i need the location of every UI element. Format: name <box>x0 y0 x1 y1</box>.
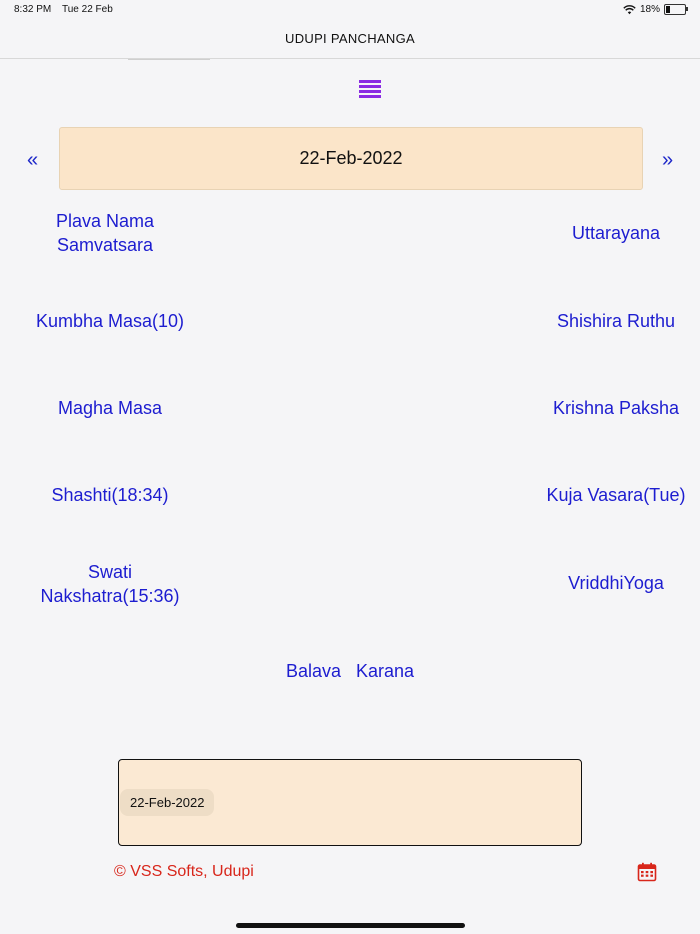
menu-line <box>359 85 381 88</box>
samvatsara-line1: Plava Nama <box>55 211 155 231</box>
lunar-masa-text: Magha Masa <box>57 398 163 418</box>
status-date: Tue 22 Feb <box>62 4 113 15</box>
paksha-text: Krishna Paksha <box>552 398 680 418</box>
ruthu-text: Shishira Ruthu <box>556 311 676 331</box>
samvatsara-line2: Samvatsara <box>56 235 154 255</box>
yoga-text: VriddhiYoga <box>568 573 664 593</box>
battery-percent: 18% <box>639 4 660 15</box>
battery-icon <box>664 4 688 15</box>
nakshatra-text: Swati Nakshatra(15:36) <box>10 560 210 608</box>
page-title: UDUPI PANCHANGA <box>285 31 415 46</box>
karana-text: Balava Karana <box>285 661 415 681</box>
navigation-bar: UDUPI PANCHANGA <box>0 20 700 59</box>
battery-tip <box>686 7 688 11</box>
nakshatra-line1: Swati <box>87 562 132 582</box>
next-day-button[interactable]: » <box>662 149 673 172</box>
vasara-text: Kuja Vasara(Tue) <box>546 485 686 505</box>
battery-fill <box>666 6 670 13</box>
nakshatra-line2: Nakshatra(15:36) <box>40 586 180 606</box>
date-picker-container[interactable]: 22-Feb-2022 <box>118 759 582 846</box>
solar-masa-text: Kumbha Masa(10) <box>35 311 185 331</box>
copyright-text: © VSS Softs, Udupi <box>114 863 254 880</box>
previous-day-button[interactable]: « <box>27 149 38 172</box>
wifi-icon <box>623 4 636 14</box>
menu-line <box>359 80 381 83</box>
menu-line <box>359 90 381 93</box>
samvatsara-text: Plava Nama Samvatsara <box>30 209 180 257</box>
hamburger-icon[interactable] <box>359 80 381 98</box>
status-bar: 8:32 PM Tue 22 Feb 18% <box>0 0 700 20</box>
calendar-icon[interactable] <box>637 862 657 882</box>
menu-line <box>359 95 381 98</box>
ayana-text: Uttarayana <box>571 223 661 243</box>
date-picker-value[interactable]: 22-Feb-2022 <box>120 789 215 816</box>
nav-divider <box>128 59 210 60</box>
home-indicator <box>236 923 465 928</box>
status-right: 18% <box>623 4 688 15</box>
current-date-display[interactable]: 22-Feb-2022 <box>59 127 643 190</box>
status-time: 8:32 PM <box>14 4 52 15</box>
tithi-text: Shashti(18:34) <box>51 485 169 505</box>
